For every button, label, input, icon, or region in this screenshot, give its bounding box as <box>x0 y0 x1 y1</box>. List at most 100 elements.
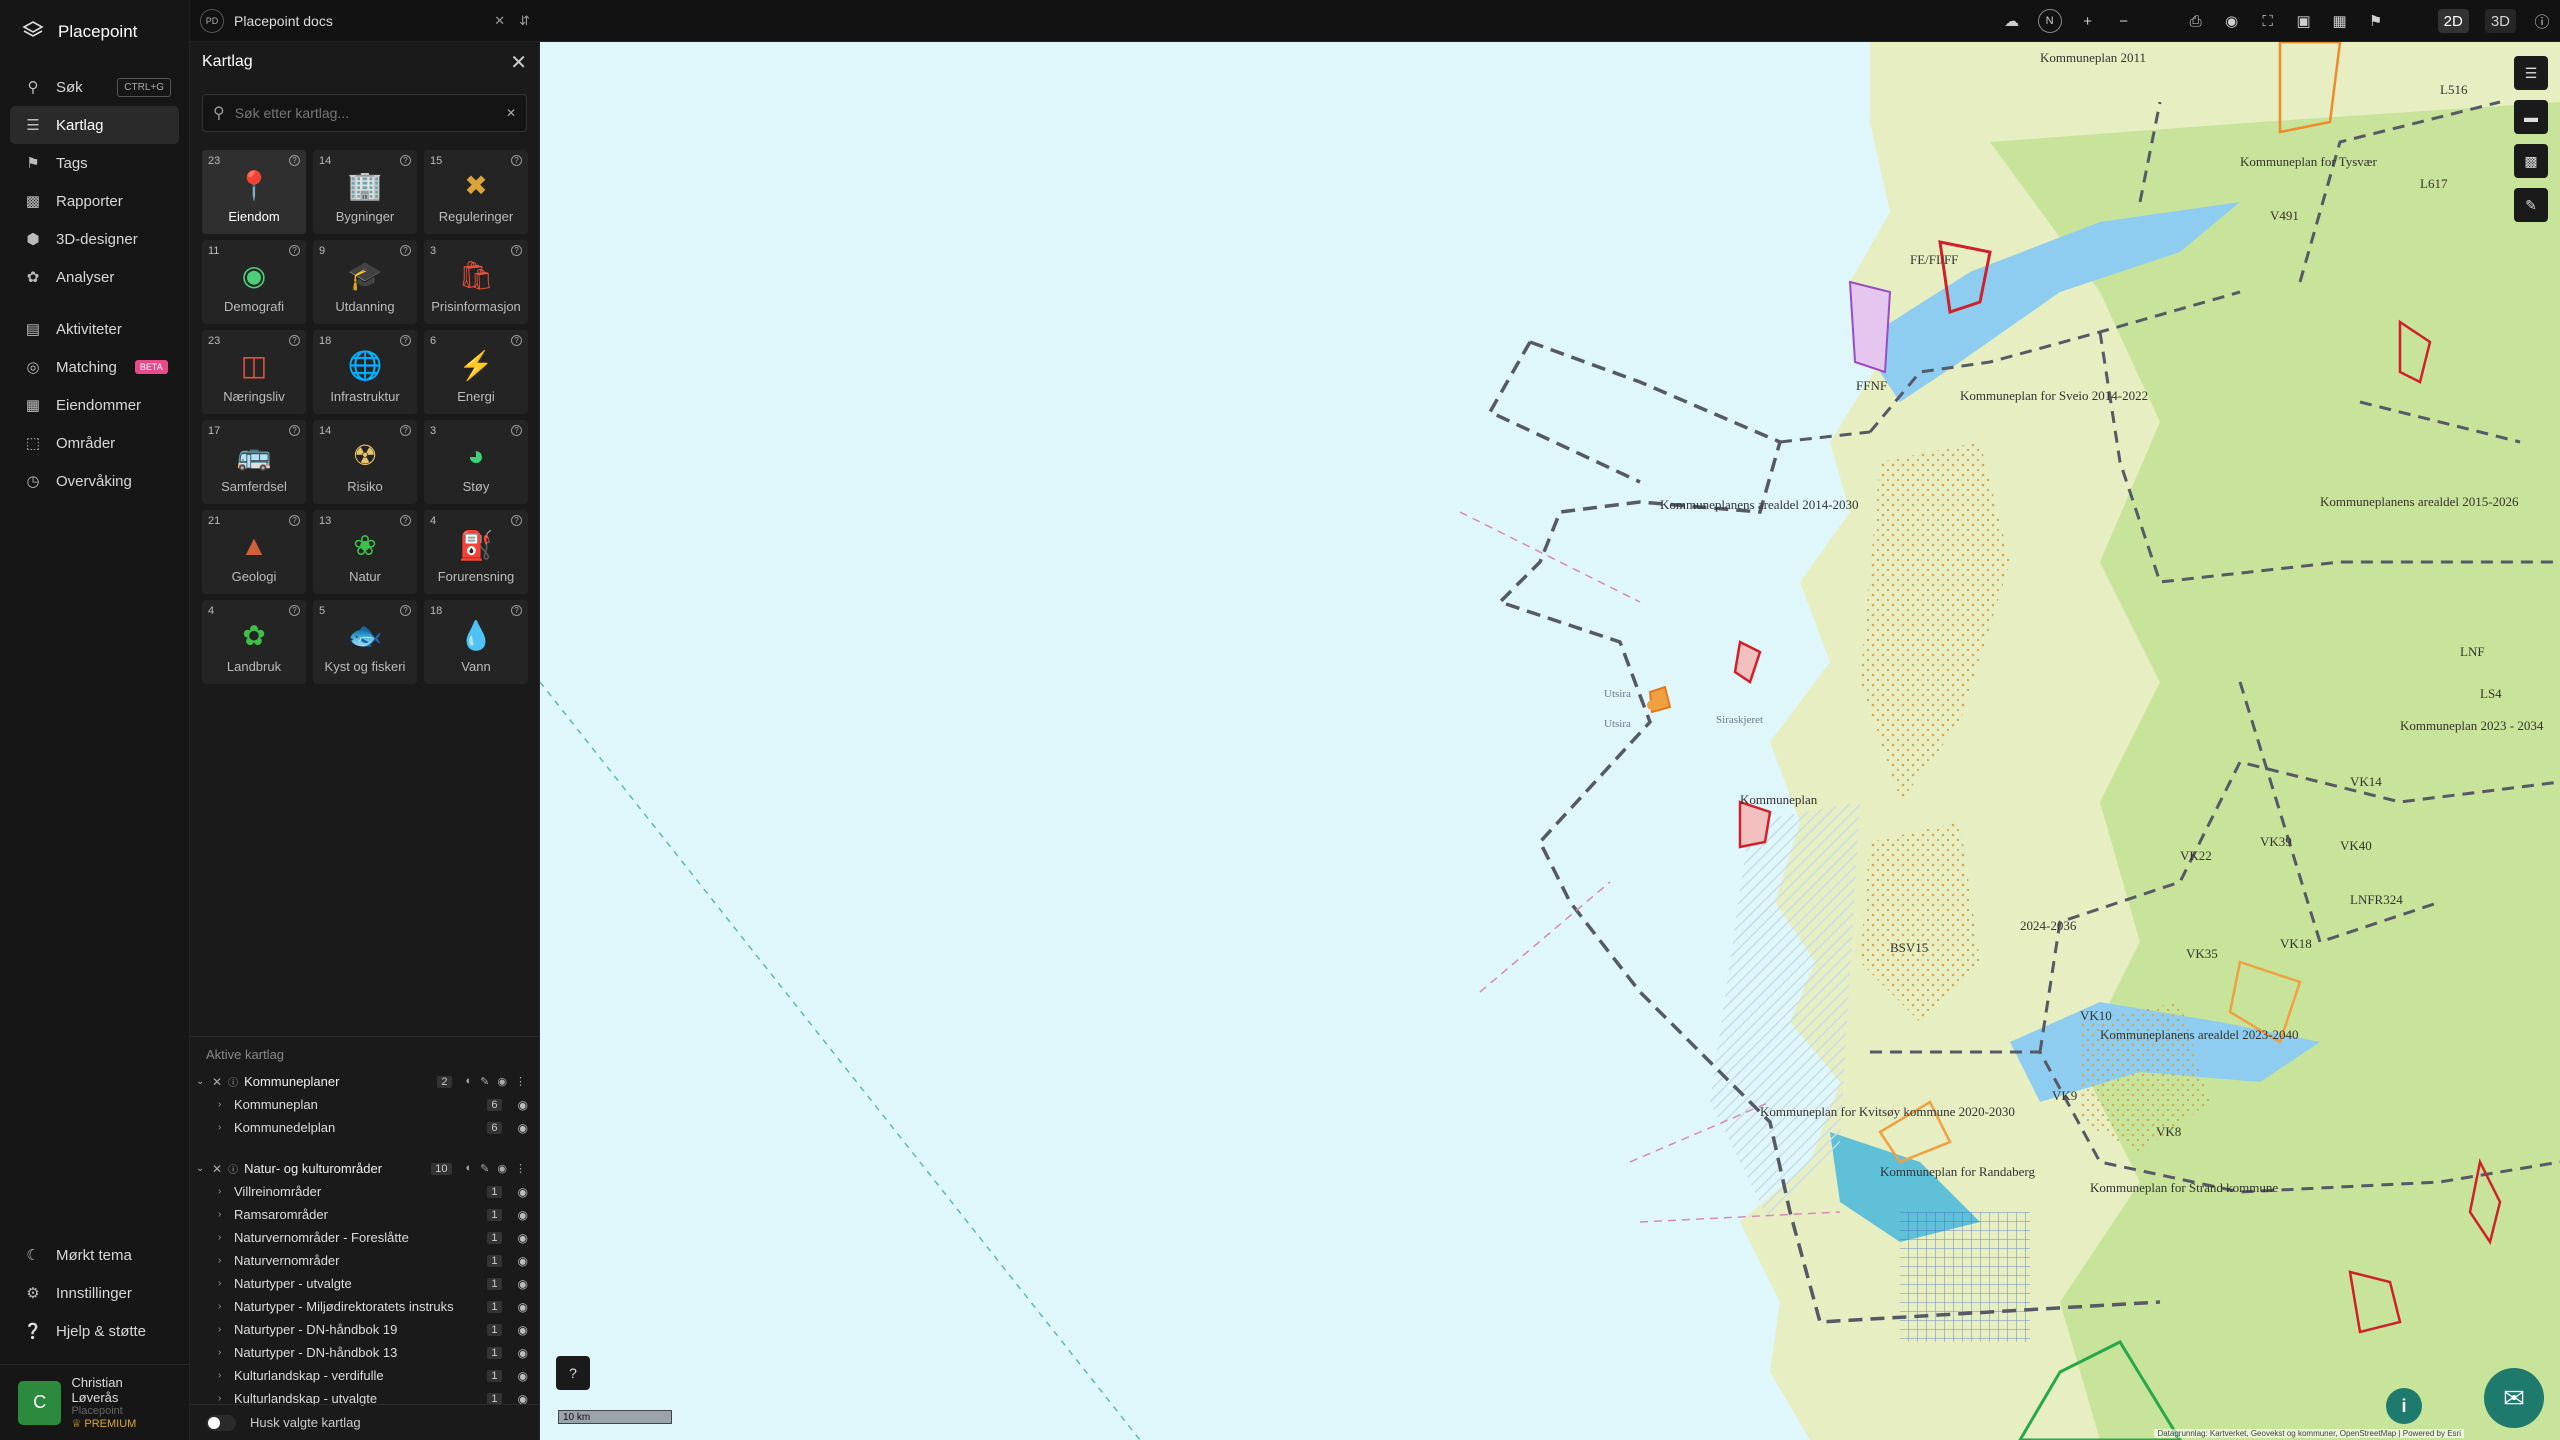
category-tile-prisinformasjon[interactable]: 3? 🛍 Prisinformasjon <box>424 240 528 324</box>
help-icon[interactable]: ? <box>400 425 411 436</box>
chevron-right-icon[interactable]: › <box>218 1278 226 1289</box>
more-icon[interactable]: ⋮ <box>515 1162 526 1175</box>
category-tile-reguleringer[interactable]: 15? ✖ Reguleringer <box>424 150 528 234</box>
category-tile-kyst-og-fiskeri[interactable]: 5? 🐟 Kyst og fiskeri <box>313 600 417 684</box>
eye-icon[interactable]: ◉ <box>497 1162 507 1175</box>
help-icon[interactable]: ? <box>511 245 522 256</box>
chevron-right-icon[interactable]: › <box>218 1232 226 1243</box>
category-tile-risiko[interactable]: 14? ☢ Risiko <box>313 420 417 504</box>
help-icon[interactable]: ? <box>511 155 522 166</box>
category-tile-landbruk[interactable]: 4? ✿ Landbruk <box>202 600 306 684</box>
help-icon[interactable]: ? <box>400 245 411 256</box>
close-icon[interactable]: ✕ <box>494 13 505 29</box>
nav-item-omrader[interactable]: ⬚ Områder <box>10 424 179 462</box>
help-icon[interactable]: ? <box>289 155 300 166</box>
nav-item-matching[interactable]: ◎ Matching BETA <box>10 348 179 386</box>
category-tile-natur[interactable]: 13? ❀ Natur <box>313 510 417 594</box>
zoom-in-icon[interactable]: + <box>2078 9 2098 33</box>
nav-item-help[interactable]: ❔ Hjelp & støtte <box>10 1312 180 1350</box>
print-icon[interactable]: ⎙ <box>2186 9 2206 33</box>
chart-button[interactable]: ▩ <box>2514 144 2548 178</box>
chevron-right-icon[interactable]: › <box>218 1301 226 1312</box>
chat-button[interactable]: ✉ <box>2484 1368 2544 1428</box>
eye-icon[interactable]: ◉ <box>518 1185 528 1199</box>
layer-item[interactable]: › Naturtyper - utvalgte 1 ◉ <box>190 1272 540 1295</box>
mode-3d-button[interactable]: 3D <box>2484 9 2516 33</box>
draw-button[interactable]: ✎ <box>2514 188 2548 222</box>
fullscreen-icon[interactable]: ⛶ <box>2258 9 2278 33</box>
opacity-icon[interactable]: ◐ <box>466 1162 473 1175</box>
eye-icon[interactable]: ◉ <box>518 1369 528 1383</box>
help-icon[interactable]: ? <box>400 515 411 526</box>
clear-search-icon[interactable]: ✕ <box>506 106 516 120</box>
eye-icon[interactable]: ◉ <box>2222 9 2242 33</box>
category-tile-naeringsliv[interactable]: 23? ◫ Næringsliv <box>202 330 306 414</box>
layer-item[interactable]: › Kulturlandskap - verdifulle 1 ◉ <box>190 1364 540 1387</box>
eye-icon[interactable]: ◉ <box>518 1300 528 1314</box>
edit-icon[interactable]: ✎ <box>480 1075 489 1088</box>
nav-item-overvaking[interactable]: ◷ Overvåking <box>10 462 179 500</box>
nav-item-rapporter[interactable]: ▩ Rapporter <box>10 182 179 220</box>
category-tile-forurensning[interactable]: 4? ⛽ Forurensning <box>424 510 528 594</box>
eye-icon[interactable]: ◉ <box>518 1121 528 1135</box>
category-tile-samferdsel[interactable]: 17? 🚌 Samferdsel <box>202 420 306 504</box>
remove-icon[interactable]: ✕ <box>212 1162 222 1176</box>
layers-toggle-button[interactable]: ☰ <box>2514 56 2548 90</box>
opacity-icon[interactable]: ◐ <box>466 1075 473 1088</box>
help-icon[interactable]: ? <box>400 335 411 346</box>
layer-item[interactable]: › Naturtyper - DN-håndbok 13 1 ◉ <box>190 1341 540 1364</box>
remember-layers-toggle[interactable] <box>206 1414 236 1431</box>
nav-item-3d-designer[interactable]: ⬢ 3D-designer <box>10 220 179 258</box>
user-card[interactable]: C Christian Løverås Placepoint ♕ PREMIUM <box>0 1364 190 1440</box>
help-icon[interactable]: ? <box>511 515 522 526</box>
chevron-right-icon[interactable]: › <box>218 1099 226 1110</box>
nav-item-search[interactable]: ⚲ Søk CTRL+G <box>10 68 179 106</box>
category-tile-eiendom[interactable]: 23? 📍 Eiendom <box>202 150 306 234</box>
layer-item[interactable]: › Naturtyper - DN-håndbok 19 1 ◉ <box>190 1318 540 1341</box>
category-tile-infrastruktur[interactable]: 18? 🌐 Infrastruktur <box>313 330 417 414</box>
layer-item[interactable]: › Kommuneplan 6 ◉ <box>190 1093 540 1116</box>
layer-group[interactable]: ⌄ ✕ ⓘ Kommuneplaner 2 ◐ ✎ ◉ ⋮ <box>190 1070 540 1093</box>
category-tile-bygninger[interactable]: 14? 🏢 Bygninger <box>313 150 417 234</box>
weather-icon[interactable]: ☁ <box>2002 9 2022 33</box>
close-panel-icon[interactable]: ✕ <box>510 50 527 75</box>
brand[interactable]: Placepoint <box>0 0 189 64</box>
help-icon[interactable]: ? <box>289 605 300 616</box>
info-icon[interactable]: ⓘ <box>2532 9 2552 33</box>
chevron-right-icon[interactable]: › <box>218 1393 226 1404</box>
more-icon[interactable]: ⋮ <box>515 1075 526 1088</box>
help-icon[interactable]: ? <box>289 335 300 346</box>
map-canvas[interactable]: Kommuneplanens arealdel 2014-2030 Kommun… <box>540 42 2560 1440</box>
layer-item[interactable]: › Naturvernområder - Foreslåtte 1 ◉ <box>190 1226 540 1249</box>
category-tile-geologi[interactable]: 21? ▲ Geologi <box>202 510 306 594</box>
help-icon[interactable]: ? <box>400 605 411 616</box>
nav-item-tags[interactable]: ⚑ Tags <box>10 144 179 182</box>
help-icon[interactable]: ? <box>289 425 300 436</box>
eye-icon[interactable]: ◉ <box>518 1254 528 1268</box>
chevron-right-icon[interactable]: › <box>218 1370 226 1381</box>
category-tile-demografi[interactable]: 11? ◉ Demografi <box>202 240 306 324</box>
chevron-right-icon[interactable]: › <box>218 1255 226 1266</box>
chevron-right-icon[interactable]: › <box>218 1324 226 1335</box>
nav-item-aktiviteter[interactable]: ▤ Aktiviteter <box>10 310 179 348</box>
nav-item-eiendommer[interactable]: ▦ Eiendommer <box>10 386 179 424</box>
eye-icon[interactable]: ◉ <box>497 1075 507 1088</box>
zoom-out-icon[interactable]: − <box>2114 9 2134 33</box>
nav-item-dark-theme[interactable]: ☾ Mørkt tema <box>10 1236 180 1274</box>
mode-2d-button[interactable]: 2D <box>2437 9 2469 33</box>
camera-icon[interactable]: ▣ <box>2294 9 2314 33</box>
compass-button[interactable]: N <box>2037 9 2062 33</box>
help-icon[interactable]: ⓘ <box>228 1074 238 1089</box>
help-icon[interactable]: ? <box>289 515 300 526</box>
layer-item[interactable]: › Ramsarområder 1 ◉ <box>190 1203 540 1226</box>
layer-item[interactable]: › Naturtyper - Miljødirektoratets instruk… <box>190 1295 540 1318</box>
chevron-right-icon[interactable]: › <box>218 1186 226 1197</box>
eye-icon[interactable]: ◉ <box>518 1277 528 1291</box>
nav-item-settings[interactable]: ⚙ Innstillinger <box>10 1274 180 1312</box>
nav-item-kartlag[interactable]: ☰ Kartlag <box>10 106 179 144</box>
bookmark-icon[interactable]: ⚑ <box>2366 9 2386 33</box>
layer-item[interactable]: › Villreinområder 1 ◉ <box>190 1180 540 1203</box>
category-tile-stoy[interactable]: 3? ◕ Støy <box>424 420 528 504</box>
layer-group[interactable]: ⌄ ✕ ⓘ Natur- og kulturområder 10 ◐ ✎ ◉ ⋮ <box>190 1157 540 1180</box>
category-tile-vann[interactable]: 18? 💧 Vann <box>424 600 528 684</box>
